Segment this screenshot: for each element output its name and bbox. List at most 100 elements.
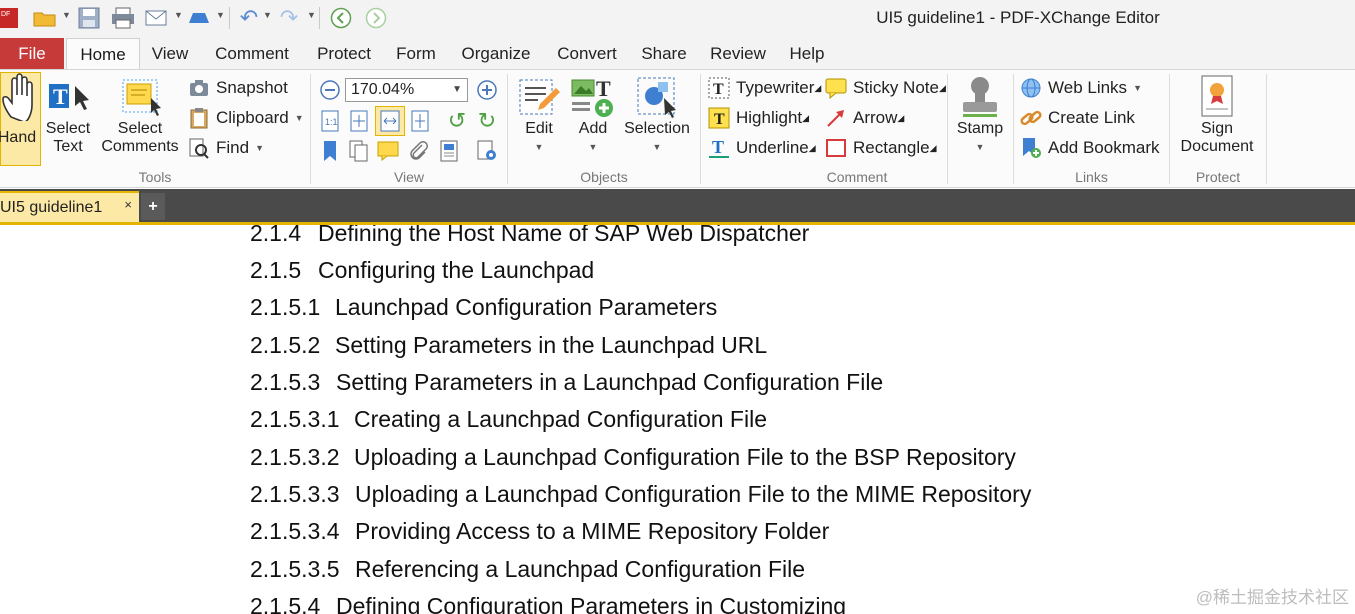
selection-icon (637, 77, 676, 118)
stamp-icon (963, 77, 997, 117)
zoom-dropdown-icon[interactable]: ▼ (452, 79, 462, 101)
close-tab-icon[interactable]: × (124, 190, 132, 219)
fit-visible-icon[interactable] (407, 108, 433, 134)
document-tab[interactable]: UI5 guideline1 × (0, 191, 139, 222)
toc-title: Referencing a Launchpad Configuration Fi… (355, 556, 806, 582)
stamp-label: Stamp (956, 120, 1004, 137)
web-links-button[interactable]: Web Links ▼ (1020, 75, 1142, 101)
hand-tool-button[interactable]: Hand (0, 72, 41, 166)
select-text-button[interactable]: T Select Text (42, 74, 94, 156)
clipboard-button[interactable]: Clipboard ▼ (188, 105, 304, 131)
web-links-dropdown-icon: ▼ (1133, 83, 1142, 93)
toc-number: 2.1.5.3.2 (250, 444, 340, 470)
arrow-label: Arrow (853, 108, 898, 127)
zoom-out-icon[interactable] (317, 77, 343, 103)
actual-size-icon[interactable]: 1:1 (317, 108, 343, 134)
sticky-note-more-icon: ◢ (938, 82, 946, 93)
selection-button[interactable]: Selection ▼ (620, 74, 694, 156)
select-comments-button[interactable]: Select Comments (96, 74, 184, 156)
tab-home[interactable]: Home (66, 38, 140, 70)
snapshot-button[interactable]: Snapshot (188, 75, 288, 101)
sticky-note-label: Sticky Note (853, 78, 939, 97)
toc-title: Setting Parameters in a Launchpad Config… (336, 369, 884, 395)
toc-entry[interactable]: 2.1.5.3.5 Referencing a Launchpad Configu… (250, 556, 805, 583)
toc-entry[interactable]: 2.1.5 Configuring the Launchpad (250, 257, 594, 284)
tab-view[interactable]: View (148, 38, 192, 69)
toc-title: Uploading a Launchpad Configuration File… (354, 444, 1016, 470)
edit-icon (519, 79, 560, 115)
clipboard-dropdown-icon: ▼ (294, 113, 304, 123)
add-label: Add (578, 120, 608, 137)
bookmark-icon[interactable] (317, 138, 343, 164)
create-link-button[interactable]: Create Link (1020, 105, 1135, 131)
attachments-icon[interactable] (405, 138, 431, 164)
tab-share[interactable]: Share (637, 38, 691, 69)
typewriter-button[interactable]: T Typewriter ◢ (708, 75, 821, 101)
rotate-left-icon[interactable]: ↺ (444, 108, 470, 134)
fit-page-icon[interactable] (346, 108, 372, 134)
add-dropdown-icon: ▼ (588, 142, 598, 152)
watermark: @稀土掘金技术社区 (1195, 588, 1349, 607)
edit-label: Edit (525, 120, 553, 137)
add-button[interactable]: T Add ▼ (568, 74, 618, 156)
toc-title: Launchpad Configuration Parameters (335, 294, 718, 320)
stamp-button[interactable]: Stamp ▼ (951, 74, 1009, 156)
rotate-right-icon[interactable]: ↻ (474, 108, 500, 134)
toc-entry[interactable]: 2.1.5.3.1 Creating a Launchpad Configurat… (250, 406, 767, 433)
settings-page-icon[interactable] (474, 138, 500, 164)
rectangle-button[interactable]: Rectangle ◢ (825, 135, 936, 161)
properties-icon[interactable] (436, 138, 462, 164)
tab-review[interactable]: Review (706, 38, 770, 69)
highlight-button[interactable]: T Highlight ◢ (708, 105, 809, 131)
tab-comment[interactable]: Comment (208, 38, 296, 69)
toc-entry[interactable]: 2.1.5.3.3 Uploading a Launchpad Configura… (250, 481, 1031, 508)
toc-entry[interactable]: 2.1.5.3.2 Uploading a Launchpad Configura… (250, 444, 1016, 471)
tab-form[interactable]: Form (392, 38, 440, 69)
toc-title: Configuring the Launchpad (318, 257, 595, 283)
sign-document-label-line2: Document (1180, 138, 1254, 155)
sign-document-label-line1: Sign (1200, 120, 1234, 137)
new-tab-button[interactable]: + (141, 193, 165, 220)
group-divider (1013, 74, 1014, 184)
toc-title: Defining Configuration Parameters in Cus… (336, 593, 847, 614)
zoom-in-icon[interactable] (474, 77, 500, 103)
edit-button[interactable]: Edit ▼ (512, 74, 566, 156)
comments-pane-icon[interactable] (375, 138, 401, 164)
group-divider (507, 74, 508, 184)
toc-entry[interactable]: 2.1.5.4 Defining Configuration Parameters… (250, 593, 846, 614)
sticky-note-button[interactable]: Sticky Note ◢ (825, 75, 946, 101)
svg-text:T: T (714, 111, 725, 128)
svg-text:T: T (712, 137, 724, 157)
zoom-level-select[interactable]: 170.04% ▼ (345, 78, 468, 102)
tab-help[interactable]: Help (784, 38, 830, 69)
arrow-button[interactable]: Arrow ◢ (825, 105, 904, 131)
toc-entry[interactable]: 2.1.5.3 Setting Parameters in a Launchpad… (250, 369, 883, 396)
typewriter-label: Typewriter (736, 78, 815, 97)
sticky-note-icon (825, 78, 847, 99)
toc-entry[interactable]: 2.1.5.1 Launchpad Configuration Parameter… (250, 294, 717, 321)
toc-entry[interactable]: 2.1.5.3.4 Providing Access to a MIME Repo… (250, 518, 829, 545)
toc-entry[interactable]: 2.1.5.2 Setting Parameters in the Launchp… (250, 332, 767, 359)
toc-title: Providing Access to a MIME Repository Fo… (355, 518, 830, 544)
links-group-label: Links (1075, 169, 1108, 185)
find-label: Find (216, 138, 250, 157)
toc-title: Setting Parameters in the Launchpad URL (335, 332, 768, 358)
tab-organize[interactable]: Organize (456, 38, 536, 69)
toc-entry[interactable]: 2.1.4 Defining the Host Name of SAP Web D… (250, 225, 809, 247)
underline-button[interactable]: T Underline ◢ (708, 135, 816, 161)
fit-width-icon[interactable] (375, 106, 405, 136)
toc-title: Defining the Host Name of SAP Web Dispat… (318, 225, 810, 246)
sign-document-button[interactable]: Sign Document (1172, 74, 1262, 156)
pages-icon[interactable] (346, 138, 372, 164)
document-tab-label: UI5 guideline1 (0, 199, 103, 216)
link-icon (1020, 110, 1042, 126)
toc-number: 2.1.5.4 (250, 593, 321, 614)
tab-convert[interactable]: Convert (551, 38, 623, 69)
tab-protect[interactable]: Protect (312, 38, 376, 69)
add-bookmark-button[interactable]: Add Bookmark (1020, 135, 1160, 161)
tab-file[interactable]: File (0, 38, 64, 69)
camera-icon (190, 80, 208, 96)
find-button[interactable]: Find ▼ (188, 135, 264, 161)
underline-label: Underline (736, 138, 809, 157)
rectangle-more-icon: ◢ (929, 142, 937, 153)
